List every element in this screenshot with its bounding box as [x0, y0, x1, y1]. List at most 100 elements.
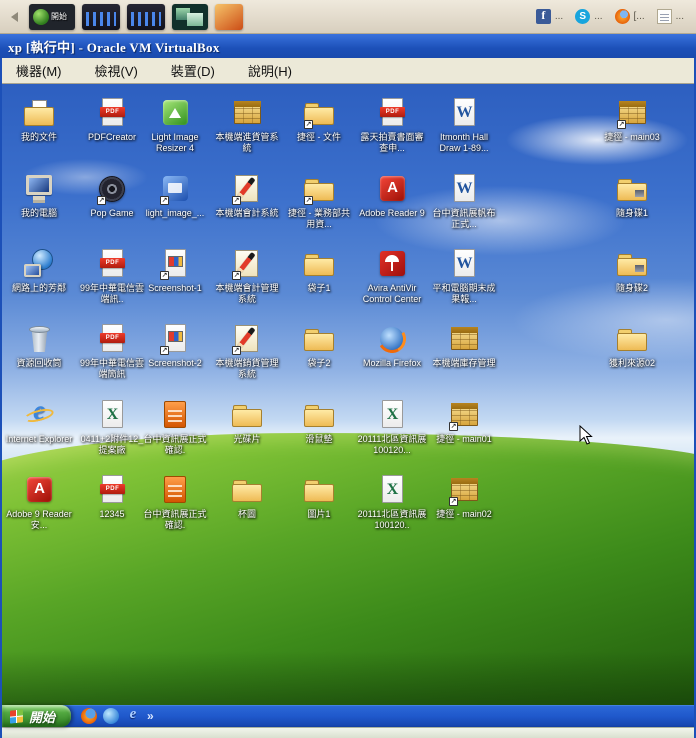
pdf-icon	[375, 96, 409, 130]
desktop-icon[interactable]: 獲利來源02	[597, 322, 667, 369]
desktop-icon[interactable]: ↗ Screenshot-2	[140, 322, 210, 369]
shortcut-arrow-icon: ↗	[232, 271, 241, 280]
globe-quicklaunch-icon[interactable]	[103, 708, 120, 724]
desktop-icon-label: 99年中華電信雲端簡訊	[79, 358, 144, 379]
desktop-icon[interactable]: 20111北區資訊展100120...	[357, 398, 427, 455]
word-icon	[447, 172, 481, 206]
desktop-icon[interactable]: Adobe 9 Reader 安...	[4, 473, 74, 530]
desktop-icon[interactable]: 網路上的芳鄰	[4, 247, 74, 294]
desktop-icon-label: 平和電腦期末成果報...	[432, 283, 496, 304]
desktop-icon[interactable]: 台中資訊展帆布正式...	[429, 172, 499, 229]
shortcut-arrow-icon: ↗	[449, 497, 458, 506]
desktop-icon-label: PDFCreator	[87, 132, 136, 142]
desktop-icon[interactable]: 隨身碟2	[597, 247, 667, 294]
desktop-icon[interactable]: Light Image Resizer 4	[140, 96, 210, 153]
ledger-pen-icon: ↗	[230, 172, 264, 206]
desktop-icon[interactable]: 本機端庫存管理	[429, 322, 499, 369]
desktop-icon[interactable]: 袋子2	[284, 322, 354, 369]
excel-icon	[95, 398, 129, 432]
skype-icon	[575, 9, 591, 24]
desktop-icon[interactable]: 光碟片	[212, 398, 282, 445]
desktop-icon[interactable]: 平和電腦期末成果報...	[429, 247, 499, 304]
menu-item-1[interactable]: 檢視(V)	[85, 58, 148, 83]
desktop-icon[interactable]: ↗ 捷徑 - main02	[429, 473, 499, 520]
desktop-icon[interactable]: 99年中華電信雲端訊..	[77, 247, 147, 304]
ledger-pen-icon: ↗	[230, 322, 264, 356]
desktop-icon[interactable]: 12345	[77, 473, 147, 520]
desktop-icon[interactable]: 20111北區資訊展100120..	[357, 473, 427, 530]
shortcut-arrow-icon: ↗	[304, 196, 313, 205]
app-blue-icon: ↗	[158, 172, 192, 206]
host-item-firefox[interactable]: [...	[614, 9, 645, 24]
desktop-icon[interactable]: 99年中華電信雲端簡訊	[77, 322, 147, 379]
folder-icon	[615, 322, 649, 356]
word-icon	[447, 96, 481, 130]
desktop-icon[interactable]: 袋子1	[284, 247, 354, 294]
desktop-icon[interactable]: 台中資訊展正式確認.	[140, 473, 210, 530]
start-button[interactable]: 開始	[2, 705, 72, 727]
desktop-icon-label: 本機端庫存管理	[432, 358, 496, 368]
desktop-icon[interactable]: ↗ Screenshot-1	[140, 247, 210, 294]
desktop-icon[interactable]: 圖片1	[284, 473, 354, 520]
desktop-icon-label: 光碟片	[233, 434, 261, 444]
start-orb-thumbnail[interactable]: 開始	[29, 3, 75, 30]
desktop-icon-label: 99年中華電信雲端訊..	[79, 283, 144, 304]
mydocs-icon	[22, 96, 56, 130]
menu-item-3[interactable]: 說明(H)	[238, 58, 302, 83]
desktop-icon-label: 本機端會計管理系統	[215, 283, 279, 304]
desktop-icon-label: 隨身碟1	[615, 208, 648, 218]
app-green-icon	[158, 96, 192, 130]
host-item-skype[interactable]: ...	[575, 9, 603, 24]
desktop-icon[interactable]: 我的文件	[4, 96, 74, 143]
ie-icon	[22, 395, 56, 432]
ie-quicklaunch-icon[interactable]	[125, 706, 141, 724]
desktop-icon-label: 台中資訊展帆布正式...	[432, 208, 496, 229]
menu-item-0[interactable]: 機器(M)	[6, 58, 72, 83]
desktop-icon[interactable]: ↗ 捷徑 - main01	[429, 398, 499, 445]
host-item-label: ...	[554, 11, 564, 22]
equalizer-thumbnail[interactable]	[127, 3, 165, 30]
desktop-icon[interactable]: ↗ 捷徑 - 文件	[284, 96, 354, 143]
desktop-icon[interactable]: ↗ 本機端銷貨管理系統	[212, 322, 282, 379]
desktop-icon[interactable]: Itmonth Hall Draw 1-89...	[429, 96, 499, 153]
shortcut-arrow-icon: ↗	[160, 271, 169, 280]
desktop-icon[interactable]: 本機端進貨管系統	[212, 96, 282, 153]
desktop-icon[interactable]: 0411+2附件12_提案廠	[77, 398, 147, 455]
desktop-icon[interactable]: 台中資訊展正式確認.	[140, 398, 210, 455]
mouse-cursor	[579, 425, 593, 445]
desktop-icon-label: 露天拍賣書面審查申...	[360, 132, 424, 153]
desktop-icon[interactable]: 露天拍賣書面審查申...	[357, 96, 427, 153]
photo-thumbnail[interactable]	[215, 3, 243, 30]
desktop-icon[interactable]: Internet Explorer	[4, 395, 74, 445]
desktop-icon[interactable]: Adobe Reader 9	[357, 172, 427, 219]
desktop-icon[interactable]: 杯圖	[212, 473, 282, 520]
screens-thumbnail[interactable]	[172, 3, 208, 30]
desktop-icon[interactable]: PDFCreator	[77, 96, 147, 143]
desktop-icon-label: 本機端會計系統	[215, 208, 279, 218]
quicklaunch-chevron[interactable]: »	[147, 709, 154, 723]
desktop-icon[interactable]: 隨身碟1	[597, 172, 667, 219]
firefox-quicklaunch-icon[interactable]	[81, 708, 98, 724]
folder-icon	[230, 398, 264, 432]
desktop-icon[interactable]: 滑鼠墊	[284, 398, 354, 445]
host-item-document[interactable]: ...	[656, 9, 684, 24]
desktop-icon[interactable]: ↗ 本機端會計管理系統	[212, 247, 282, 304]
desktop-icon[interactable]: Mozilla Firefox	[357, 322, 427, 369]
desktop-icon-label: 捷徑 - main03	[604, 132, 660, 142]
back-button[interactable]	[6, 5, 22, 29]
host-item-facebook[interactable]: ...	[535, 8, 564, 24]
desktop-icon[interactable]: ↗ 捷徑 - 業務部共用資...	[284, 172, 354, 229]
desktop-icon-label: Light Image Resizer 4	[151, 132, 199, 153]
vbox-status-bar	[2, 727, 694, 738]
desktop-icon[interactable]: ↗ Pop Game	[77, 172, 147, 219]
desktop-icon[interactable]: ↗ 捷徑 - main03	[597, 96, 667, 143]
equalizer-thumbnail[interactable]	[82, 3, 120, 30]
vbox-titlebar[interactable]: xp [執行中] - Oracle VM VirtualBox	[0, 34, 696, 58]
desktop-icon[interactable]: ↗ 本機端會計系統	[212, 172, 282, 219]
desktop-icon[interactable]: ↗ light_image_...	[140, 172, 210, 219]
desktop-icon[interactable]: 資源回收筒	[4, 322, 74, 369]
menu-item-2[interactable]: 裝置(D)	[161, 58, 225, 83]
desktop-icon[interactable]: Avira AntiVir Control Center	[357, 247, 427, 304]
desktop-icon[interactable]: 我的電腦	[4, 172, 74, 219]
desktop[interactable]: 我的文件 PDFCreator Light Image Resizer 4 本機端進貨…	[2, 84, 694, 705]
